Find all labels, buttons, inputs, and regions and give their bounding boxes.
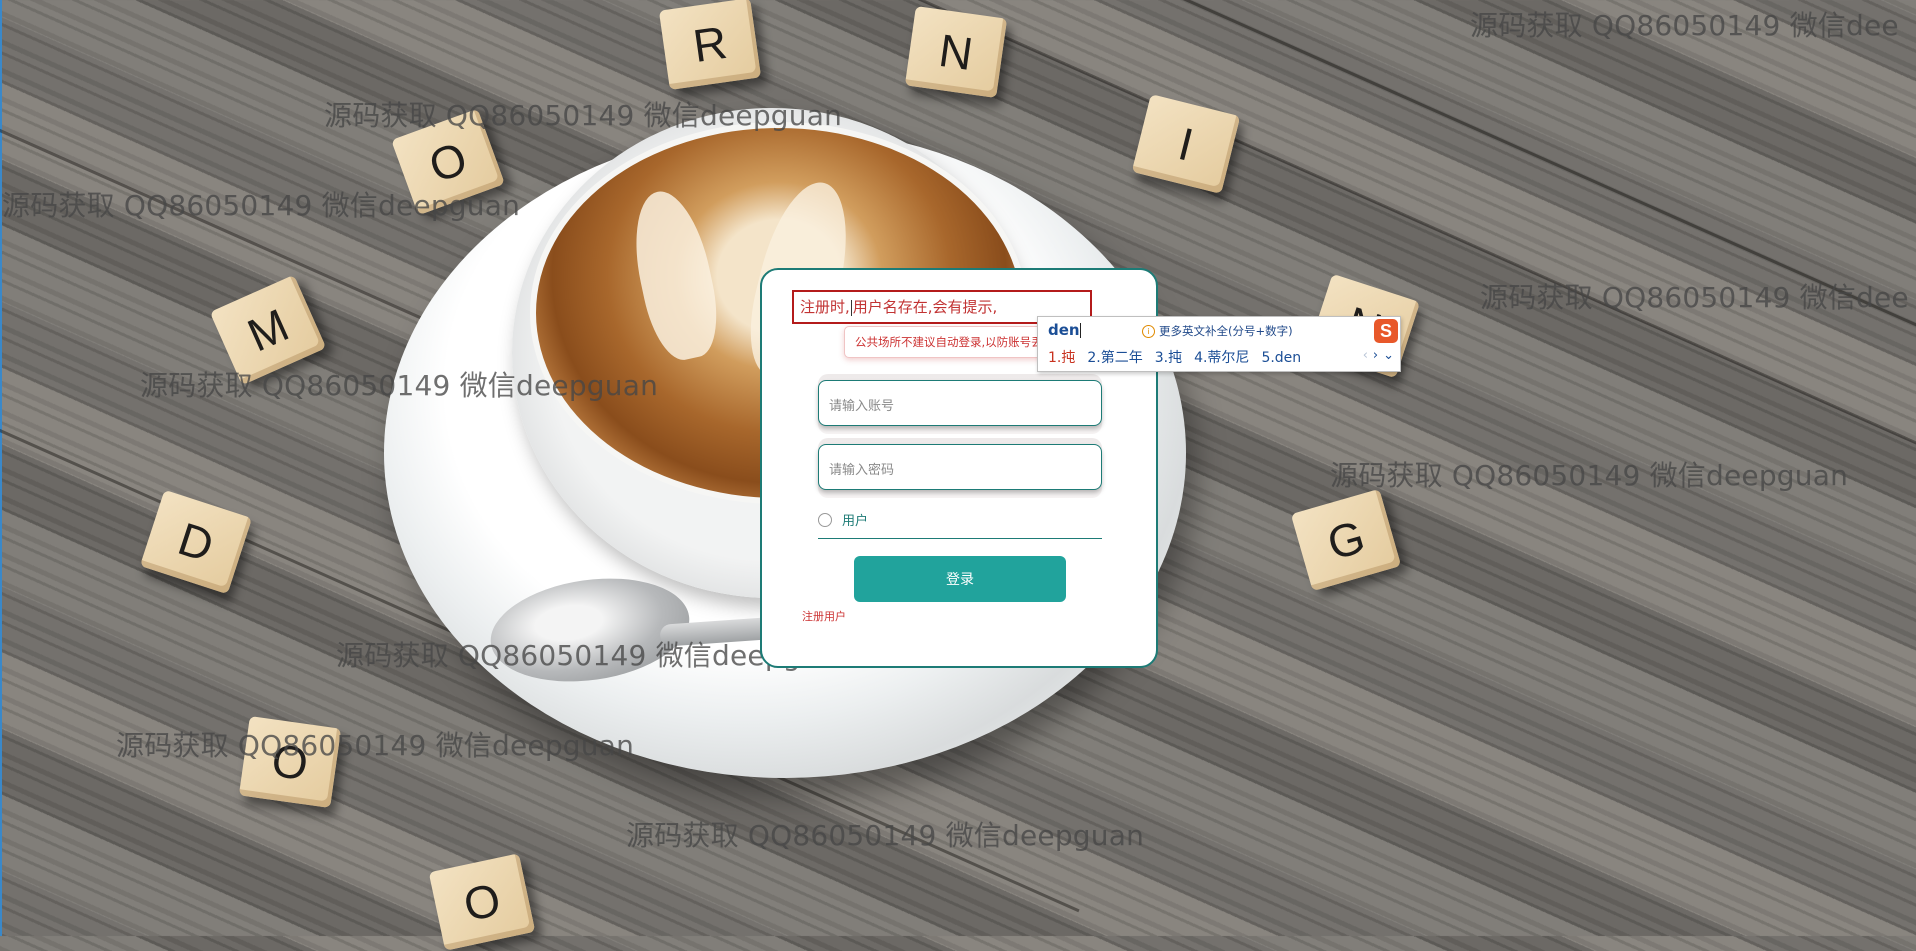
ime-nav: ‹ › ⌄ (1358, 348, 1394, 363)
ime-candidate[interactable]: 5.den (1261, 350, 1301, 366)
letter-tile: I (1131, 94, 1241, 194)
letter-tile: G (1290, 488, 1402, 592)
next-page-icon[interactable]: › (1373, 348, 1378, 363)
account-placeholder: 请输入账号 (829, 399, 895, 414)
watermark: 源码获取 QQ86050149 微信deepguan (116, 729, 635, 762)
letter-tile: D (139, 489, 253, 595)
watermark: 源码获取 QQ86050149 微信dee (1470, 9, 1899, 42)
ime-caret-icon (1079, 323, 1081, 338)
password-placeholder: 请输入密码 (829, 463, 895, 478)
prev-page-icon[interactable]: ‹ (1363, 348, 1368, 363)
login-button[interactable]: 登录 (854, 556, 1066, 602)
text-cursor-icon (850, 299, 852, 316)
window-edge (0, 0, 2, 936)
letter-tile: O (428, 853, 536, 951)
watermark: 源码获取 QQ86050149 微信deepguan (2, 189, 521, 222)
watermark: 源码获取 QQ86050149 微信deepguan (626, 819, 1145, 852)
auto-login-tooltip: 公共场所不建议自动登录,以防账号丢失 (844, 326, 1054, 358)
letter-tile: N (904, 5, 1008, 99)
ime-candidate-window: den i 更多英文补全(分号+数字) S 1.扽 2.第二年 3.扽 4.蒂尔尼 5.d… (1037, 316, 1401, 372)
ime-candidates: 1.扽 2.第二年 3.扽 4.蒂尔尼 5.den (1048, 347, 1313, 367)
info-icon: i (1142, 325, 1155, 338)
plank-gap (1099, 0, 1916, 533)
watermark: 源码获取 QQ86050149 微信dee (1480, 281, 1909, 314)
ime-candidate[interactable]: 2.第二年 (1087, 350, 1142, 366)
password-input[interactable]: 请输入密码 (818, 444, 1102, 490)
watermark: 源码获取 QQ86050149 微信deepguan (324, 99, 843, 132)
expand-icon[interactable]: ⌄ (1383, 348, 1394, 363)
watermark: 源码获取 QQ86050149 微信deepguan (140, 369, 659, 402)
ime-candidate[interactable]: 4.蒂尔尼 (1194, 350, 1249, 366)
ime-hint[interactable]: i 更多英文补全(分号+数字) (1142, 323, 1293, 339)
sogou-logo-icon: S (1374, 319, 1398, 343)
ime-composition: den (1048, 321, 1081, 339)
role-radio-user[interactable]: 用户 (818, 510, 868, 529)
notice-text: 注册时, (800, 298, 850, 316)
ime-candidate[interactable]: 1.扽 (1048, 350, 1075, 366)
radio-circle-icon[interactable] (818, 512, 832, 527)
role-label: 用户 (842, 514, 869, 529)
ime-candidate[interactable]: 3.扽 (1155, 350, 1182, 366)
account-input[interactable]: 请输入账号 (818, 380, 1102, 426)
letter-tile: R (658, 0, 762, 91)
notice-text: 用户名存在,会有提示, (852, 298, 998, 316)
register-link[interactable]: 注册用户 (802, 608, 846, 624)
watermark: 源码获取 QQ86050149 微信deepguan (1330, 459, 1849, 492)
divider (818, 538, 1102, 539)
ime-hint-text: 更多英文补全(分号+数字) (1159, 324, 1293, 338)
